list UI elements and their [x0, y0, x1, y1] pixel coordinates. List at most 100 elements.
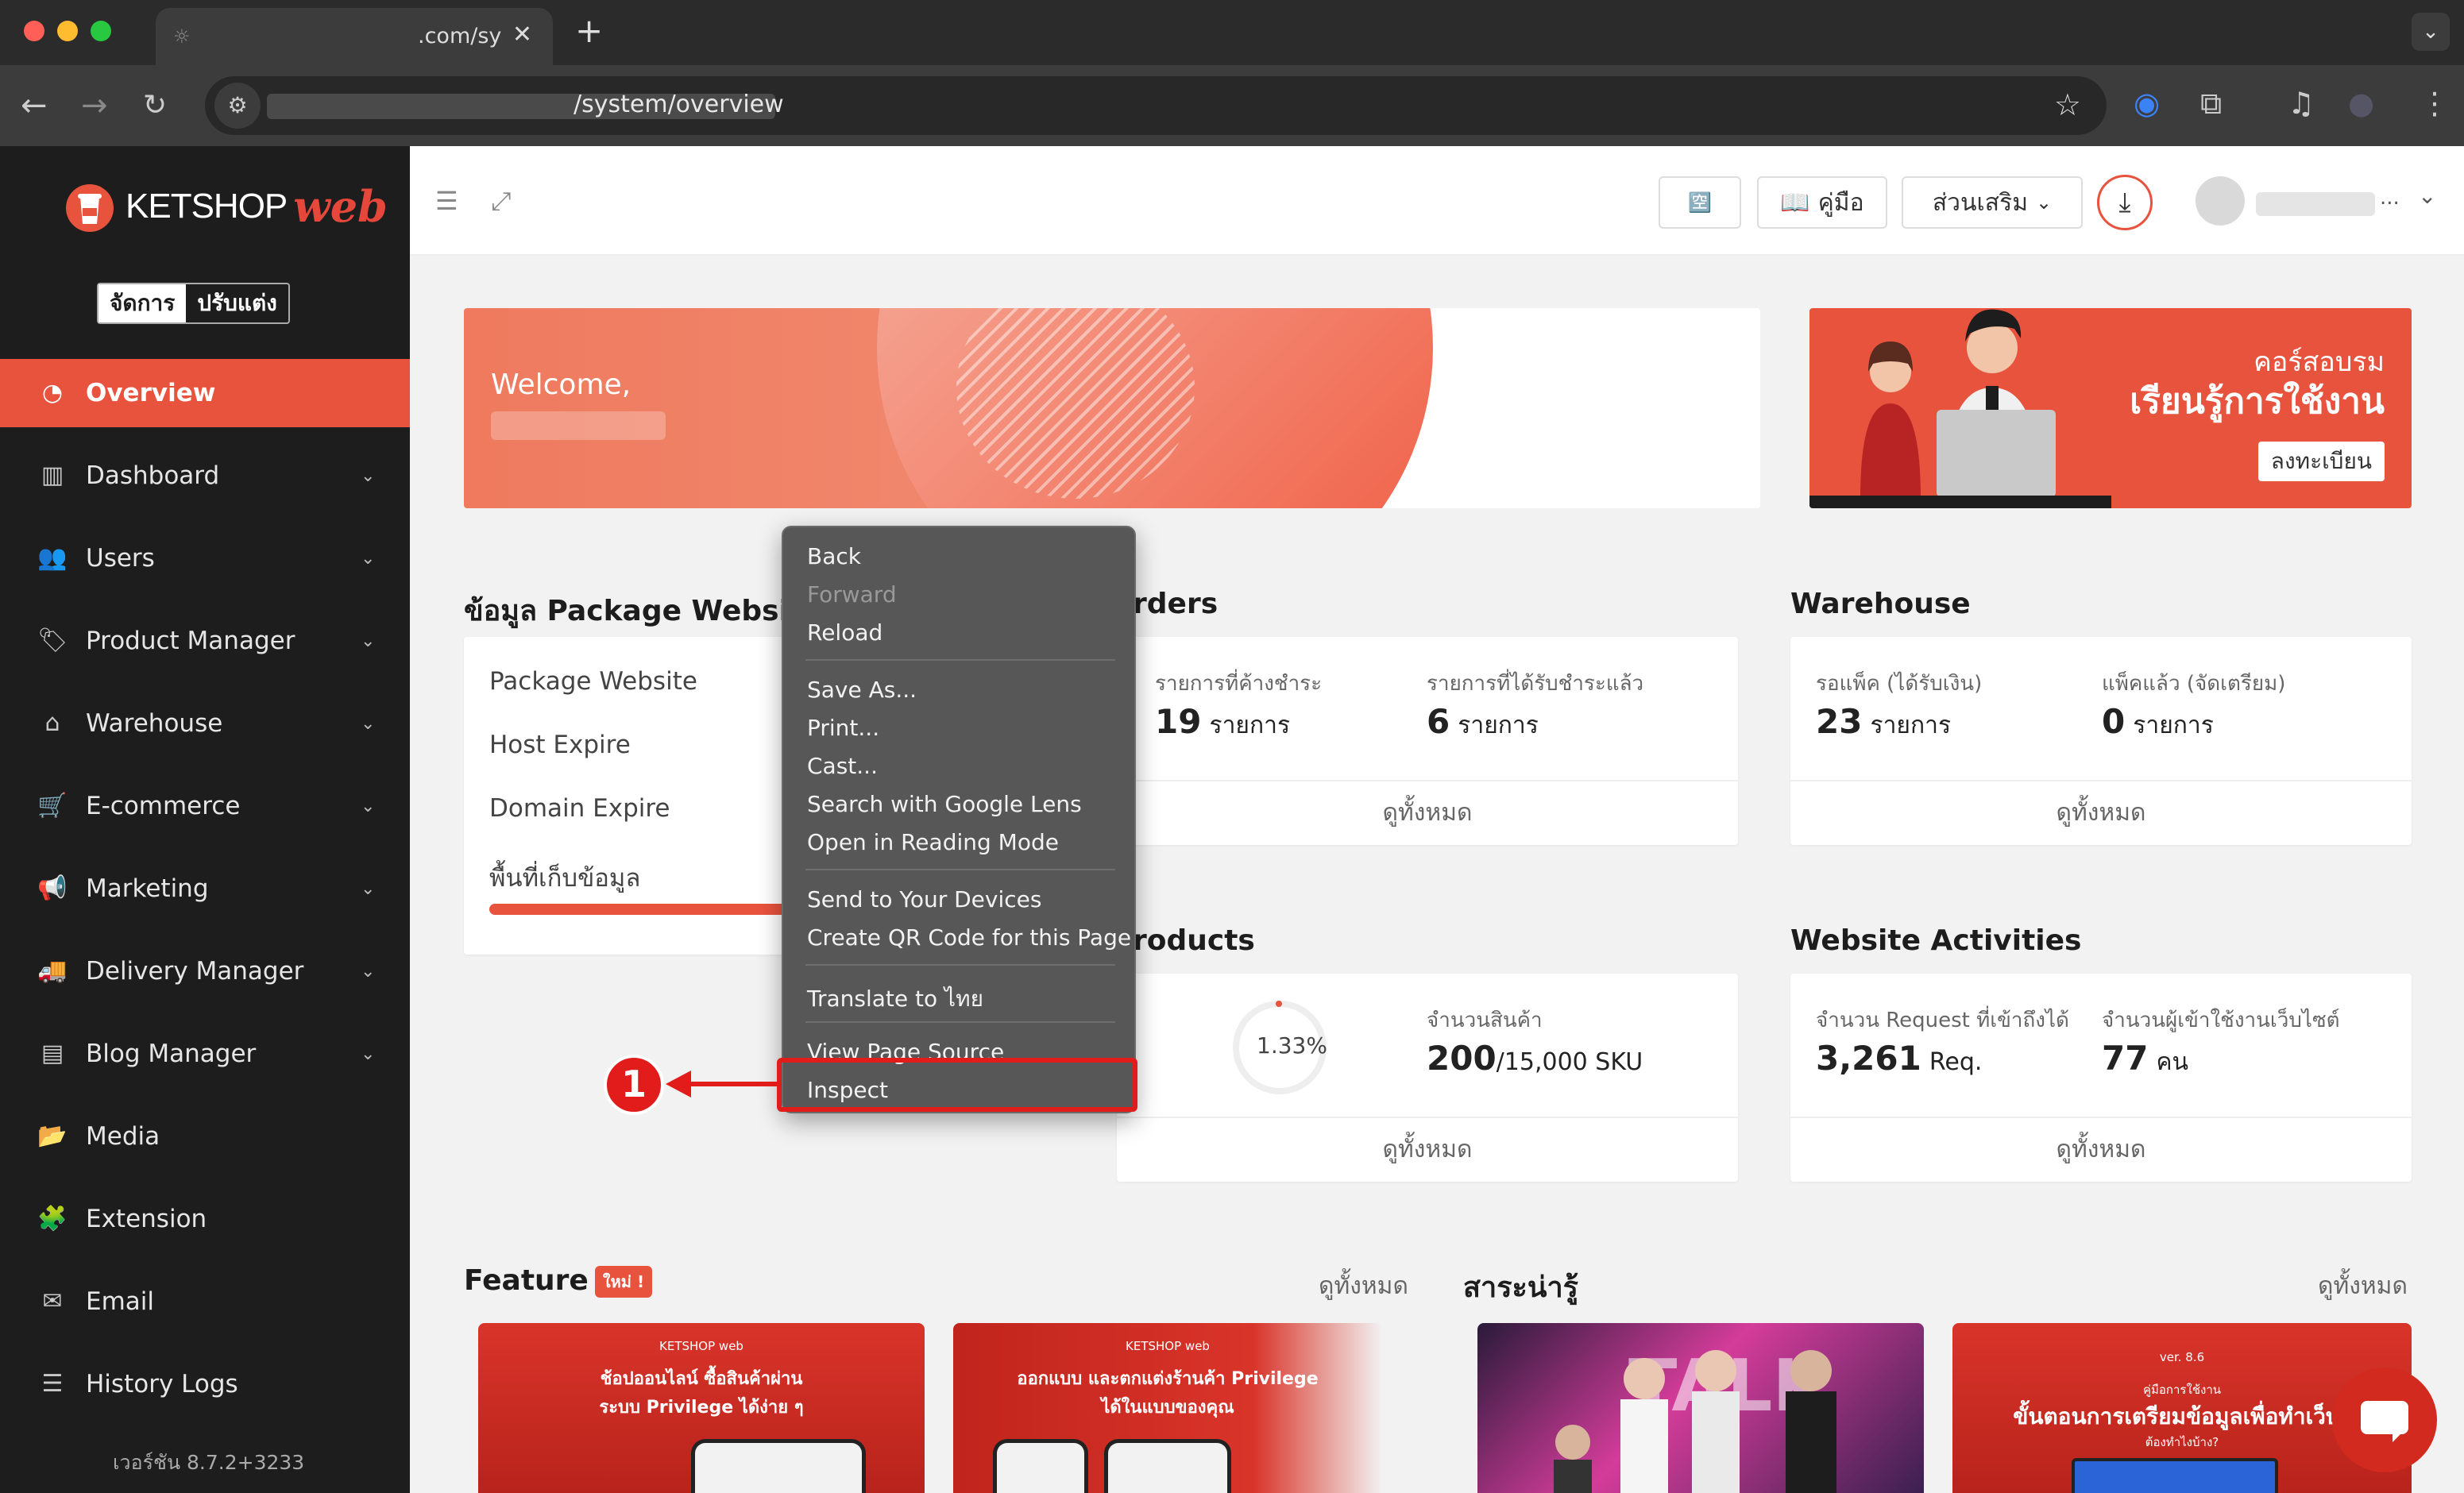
mode-customize-toggle[interactable]: ปรับแต่ง — [186, 284, 288, 322]
sidebar-item-extension[interactable]: 🧩 Extension — [0, 1185, 410, 1253]
feature-view-all-link[interactable]: ดูทั้งหมด — [1319, 1267, 1408, 1305]
chevron-down-icon: ⌄ — [361, 713, 376, 734]
context-menu-separator — [805, 1021, 1115, 1023]
sidebar-item-dashboard[interactable]: ▥ Dashboard ⌄ — [0, 442, 410, 510]
reload-icon[interactable]: ↻ — [143, 89, 167, 122]
woman-illustration — [1860, 341, 1921, 499]
manual-button[interactable]: 📖 คู่มือ — [1757, 176, 1887, 229]
feature-section-title: Feature ใหม่ ! — [464, 1264, 653, 1298]
address-bar[interactable]: ⚙ /system/overview ☆ — [205, 76, 2107, 135]
sidebar-item-label: Overview — [86, 379, 216, 407]
context-menu-google-lens[interactable]: Search with Google Lens — [807, 791, 1082, 817]
language-switch-button[interactable]: 🈳 — [1659, 176, 1741, 229]
sidebar-item-label: Blog Manager — [86, 1040, 257, 1068]
context-menu-send-to-devices[interactable]: Send to Your Devices — [807, 886, 1041, 912]
waiting-pack-value: 23 รายการ — [1816, 702, 1951, 744]
sidebar-item-media[interactable]: 📂 Media — [0, 1102, 410, 1171]
context-menu-reload[interactable]: Reload — [807, 619, 882, 646]
browser-menu-icon[interactable]: ⋮ — [2420, 86, 2450, 121]
annotation-arrow-line — [688, 1082, 777, 1086]
translate-icon: 🈳 — [1688, 191, 1712, 214]
context-menu-back[interactable]: Back — [807, 543, 861, 569]
warehouse-view-all-link[interactable]: ดูทั้งหมด — [1790, 780, 2412, 845]
sidebar-item-delivery-manager[interactable]: 🚚 Delivery Manager ⌄ — [0, 937, 410, 1005]
context-menu-reading-mode[interactable]: Open in Reading Mode — [807, 829, 1059, 855]
products-usage-percent: 1.33% — [1257, 1032, 1327, 1059]
activities-card: จำนวน Request ที่เข้าถึงได้ 3,261 Req. จำ… — [1790, 974, 2412, 1182]
sidebar-item-product-manager[interactable]: 🏷 Product Manager ⌄ — [0, 607, 410, 675]
truck-icon: 🚚 — [37, 957, 68, 985]
browser-tab-active[interactable]: ☼ .com/sy ✕ — [156, 8, 553, 65]
extensions-puzzle-icon[interactable]: ⧉ — [2200, 86, 2222, 122]
feature-card-1[interactable]: KETSHOP web ช้อปออนไลน์ ซื้อสินค้าผ่าน ร… — [478, 1323, 925, 1493]
back-arrow-icon[interactable]: ← — [21, 87, 48, 124]
news-card-1[interactable]: TALK — [1477, 1323, 1924, 1493]
products-view-all-link[interactable]: ดูทั้งหมด — [1117, 1117, 1738, 1182]
sidebar-item-blog-manager[interactable]: ▤ Blog Manager ⌄ — [0, 1020, 410, 1088]
paid-orders-label: รายการที่ได้รับชำระแล้ว — [1427, 672, 1644, 696]
mode-manage-toggle[interactable]: จัดการ — [98, 284, 187, 322]
sidebar-item-email[interactable]: ✉ Email — [0, 1267, 410, 1336]
sidebar-item-overview[interactable]: ◔ Overview — [0, 359, 410, 427]
window-zoom-button[interactable] — [91, 21, 111, 41]
paid-orders-value: 6 รายการ — [1427, 702, 1539, 744]
context-menu-translate[interactable]: Translate to ไทย — [807, 982, 983, 1017]
extension-circle-icon[interactable]: ◉ — [2134, 86, 2160, 121]
addons-dropdown[interactable]: ส่วนเสริม ⌄ — [1902, 176, 2083, 229]
warehouse-icon: ⌂ — [44, 709, 60, 737]
sidebar-item-marketing[interactable]: 📢 Marketing ⌄ — [0, 855, 410, 923]
context-menu-print[interactable]: Print... — [807, 715, 879, 741]
activities-view-all-link[interactable]: ดูทั้งหมด — [1790, 1117, 2412, 1182]
newspaper-icon: ▤ — [41, 1040, 64, 1067]
sidebar-item-ecommerce[interactable]: 🛒 E-commerce ⌄ — [0, 772, 410, 840]
context-menu-cast[interactable]: Cast... — [807, 753, 878, 779]
pending-orders-unit: รายการ — [1209, 712, 1291, 739]
tab-search-button[interactable]: ⌄ — [2412, 13, 2450, 51]
requests-unit: Req. — [1929, 1048, 1983, 1076]
chevron-down-icon: ⌄ — [361, 796, 376, 816]
new-tab-button[interactable]: + — [575, 11, 603, 50]
news-view-all-link[interactable]: ดูทั้งหมด — [2318, 1267, 2408, 1305]
feature-card-2[interactable]: KETSHOP web ออกแบบ และตกแต่งร้านค้า Priv… — [953, 1323, 1382, 1493]
list-icon: ☰ — [41, 1370, 64, 1398]
tab-close-icon[interactable]: ✕ — [512, 21, 532, 48]
sidebar-item-history-logs[interactable]: ☰ History Logs — [0, 1350, 410, 1418]
host-expire-label: Host Expire — [489, 731, 631, 759]
product-count-number: 200 — [1427, 1039, 1497, 1078]
window-close-button[interactable] — [24, 21, 44, 41]
chevron-down-icon: ⌄ — [361, 961, 376, 982]
visitors-number: 77 — [2102, 1039, 2149, 1078]
forward-arrow-icon[interactable]: → — [81, 87, 108, 124]
user-menu-chevron-icon[interactable]: ⌄ — [2418, 183, 2436, 209]
course-banner[interactable]: คอร์สอบรม เรียนรู้การใช้งาน ลงทะเบียน — [1809, 308, 2412, 508]
media-controls-icon[interactable]: ♫ — [2288, 86, 2315, 121]
chat-bubble-icon — [2361, 1401, 2408, 1434]
window-minimize-button[interactable] — [57, 21, 78, 41]
requests-label: จำนวน Request ที่เข้าถึงได้ — [1816, 1009, 2069, 1032]
paid-orders-unit: รายการ — [1458, 712, 1539, 739]
sidebar-item-label: Extension — [86, 1205, 207, 1233]
collapse-menu-icon[interactable]: ☰ — [435, 186, 458, 216]
download-icon[interactable]: ⤓ — [2097, 175, 2153, 230]
fullscreen-icon[interactable]: ⤢ — [491, 186, 512, 217]
phone-mockup — [1104, 1439, 1231, 1493]
package-card: Package Website Host Expire Domain Expir… — [464, 637, 798, 955]
site-settings-icon[interactable]: ⚙ — [214, 83, 261, 129]
orders-view-all-link[interactable]: ดูทั้งหมด — [1117, 780, 1738, 845]
inspect-highlight-box — [777, 1058, 1137, 1112]
chevron-down-icon: ⌄ — [2036, 191, 2053, 214]
banner-floor — [1809, 496, 2111, 508]
bookmark-star-icon[interactable]: ☆ — [2054, 87, 2081, 122]
app-version: เวอร์ชัน 8.7.2+3233 — [113, 1451, 305, 1474]
ketshop-logo[interactable]: KETSHOP web — [65, 175, 388, 238]
profile-avatar-icon[interactable]: ● — [2348, 86, 2374, 121]
loading-favicon-icon: ☼ — [173, 25, 191, 48]
sidebar-item-warehouse[interactable]: ⌂ Warehouse ⌄ — [0, 689, 410, 758]
sidebar-item-users[interactable]: 👥 Users ⌄ — [0, 524, 410, 592]
context-menu-save-as[interactable]: Save As... — [807, 677, 917, 703]
context-menu-qr-code[interactable]: Create QR Code for this Page — [807, 924, 1131, 951]
chat-button[interactable] — [2332, 1368, 2437, 1472]
register-button[interactable]: ลงทะเบียน — [2257, 442, 2385, 481]
browser-toolbar: ← → ↻ ⚙ /system/overview ☆ ◉ ⧉ ♫ ● ⋮ — [0, 65, 2464, 146]
user-avatar[interactable] — [2196, 176, 2245, 226]
